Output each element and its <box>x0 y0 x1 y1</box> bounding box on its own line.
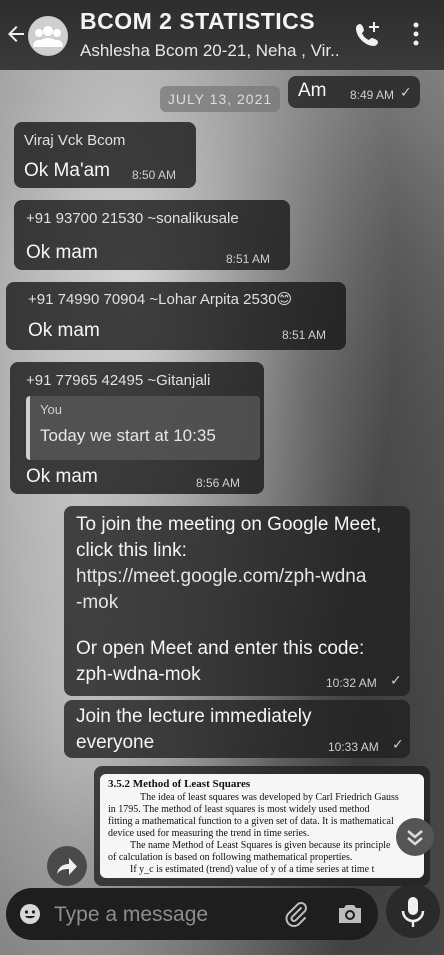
more-vert-icon[interactable] <box>410 20 422 48</box>
group-members: Ashlesha Bcom 20-21, Neha , Vir... <box>80 41 340 60</box>
message-bubble-in[interactable]: +91 74990 70904 ~Lohar Arpita 2530😊 Ok m… <box>6 282 346 350</box>
message-time: 10:33 AM <box>328 740 379 754</box>
message-line: Join the lecture immediately <box>76 706 312 727</box>
message-time: 10:32 AM <box>326 676 377 690</box>
read-tick-icon: ✓ <box>400 84 412 100</box>
message-time: 8:51 AM <box>226 252 271 266</box>
scroll-down-button[interactable] <box>396 818 434 856</box>
chevron-down-icon <box>407 830 423 846</box>
message-input[interactable] <box>52 900 276 930</box>
message-text: Ok Ma'am <box>24 160 110 181</box>
meet-code: zph-wdna-mok <box>76 664 201 685</box>
message-time: 8:56 AM <box>196 476 241 490</box>
message-text: Ok mam <box>26 242 98 263</box>
forward-icon <box>57 858 77 875</box>
sender-name: +91 93700 21530 ~sonalikusale <box>26 210 239 227</box>
message-bubble-out[interactable]: To join the meeting on Google Meet, clic… <box>64 506 410 696</box>
message-composer <box>6 888 378 940</box>
date-separator: JULY 13, 2021 <box>160 86 280 112</box>
message-text: Ok mam <box>28 320 100 341</box>
doc-line: in 1795. The method of least squares is … <box>108 804 370 815</box>
message-bubble-out[interactable]: Am 8:49 AM ✓ <box>288 76 420 108</box>
back-arrow-icon[interactable] <box>4 22 28 46</box>
document-image[interactable]: 3.5.2 Method of Least Squares The idea o… <box>100 774 424 878</box>
sender-name: +91 77965 42495 ~Gitanjali <box>26 372 211 389</box>
message-bubble-in[interactable]: +91 93700 21530 ~sonalikusale Ok mam 8:5… <box>14 200 290 270</box>
quoted-message[interactable]: You Today we start at 10:35 <box>26 396 260 460</box>
message-text: Am <box>298 80 327 101</box>
doc-line: of calculation is based on following mat… <box>108 852 353 863</box>
message-text: Ok mam <box>26 466 98 487</box>
doc-line: The idea of least squares was developed … <box>140 792 399 803</box>
message-line: Or open Meet and enter this code: <box>76 638 365 659</box>
meet-link[interactable]: https://meet.google.com/zph-wdna <box>76 566 366 588</box>
chat-header: BCOM 2 STATISTICS Ashlesha Bcom 20-21, N… <box>0 0 444 70</box>
meet-link-continued[interactable]: -mok <box>76 592 118 614</box>
group-avatar[interactable] <box>28 16 68 56</box>
mic-button[interactable] <box>386 884 440 938</box>
quote-text: Today we start at 10:35 <box>40 426 216 445</box>
forward-button[interactable] <box>47 846 87 886</box>
read-tick-icon: ✓ <box>390 672 402 688</box>
chat-title-area[interactable]: BCOM 2 STATISTICS Ashlesha Bcom 20-21, N… <box>80 8 340 61</box>
doc-line: fitting a mathematical function to a giv… <box>108 816 394 827</box>
message-time: 8:50 AM <box>132 168 177 182</box>
message-line: everyone <box>76 732 155 753</box>
message-time: 8:51 AM <box>282 328 327 342</box>
read-tick-icon: ✓ <box>392 736 404 752</box>
quote-author: You <box>40 402 62 417</box>
message-bubble-in[interactable]: Viraj Vck Bcom Ok Ma'am 8:50 AM <box>14 122 196 188</box>
group-title: BCOM 2 STATISTICS <box>80 8 316 34</box>
add-call-icon[interactable] <box>354 20 382 48</box>
paperclip-icon[interactable] <box>282 900 310 928</box>
doc-heading: 3.5.2 Method of Least Squares <box>108 778 251 790</box>
doc-line: If y_c is estimated (trend) value of y o… <box>130 864 375 875</box>
mic-icon <box>401 897 425 927</box>
message-time: 8:49 AM <box>350 88 395 102</box>
group-avatar-icon <box>33 26 63 47</box>
sender-name: Viraj Vck Bcom <box>24 132 126 149</box>
doc-line: device used for measuring the trend in t… <box>108 828 310 839</box>
doc-line: The name Method of Least Squares is give… <box>130 840 391 851</box>
emoji-icon[interactable] <box>18 902 42 926</box>
camera-icon[interactable] <box>336 902 364 926</box>
message-bubble-out[interactable]: Join the lecture immediately everyone 10… <box>64 700 410 758</box>
message-line: To join the meeting on Google Meet, <box>76 514 382 535</box>
sender-name: +91 74990 70904 ~Lohar Arpita 2530😊 <box>28 291 293 308</box>
message-line: click this link: <box>76 540 187 561</box>
